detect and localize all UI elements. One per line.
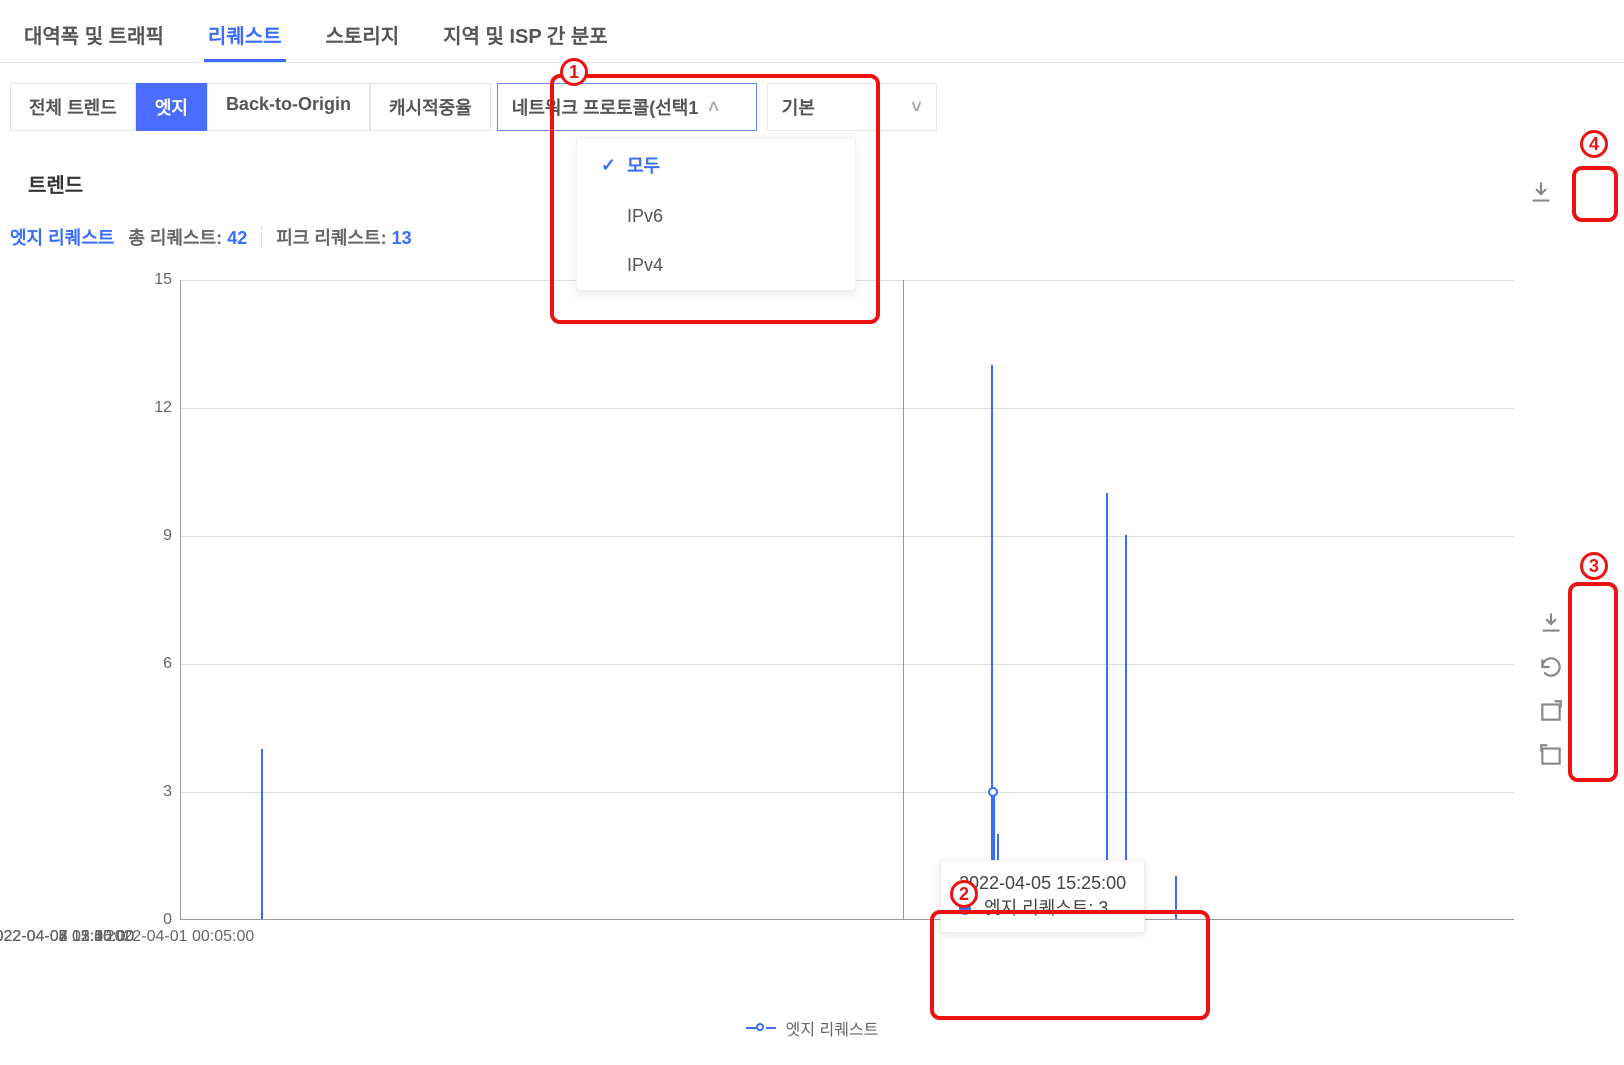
dropdown-item-ipv4[interactable]: IPv4 — [577, 241, 855, 290]
x-tick: 2022-04-08 15:00:00 — [0, 928, 134, 946]
tab-bandwidth[interactable]: 대역폭 및 트래픽 — [20, 10, 168, 62]
download-button[interactable] — [1528, 180, 1554, 206]
filter-back-to-origin[interactable]: Back-to-Origin — [207, 83, 370, 131]
stats-total-value: 42 — [227, 228, 247, 248]
dropdown-item-ipv6[interactable]: IPv6 — [577, 192, 855, 241]
annotation-number-3: 3 — [1580, 552, 1608, 580]
y-tick: 6 — [140, 655, 172, 673]
download-chart-icon[interactable] — [1538, 610, 1564, 636]
stats-peak-label: 피크 리퀘스트: — [276, 228, 386, 248]
filter-cache-hit[interactable]: 캐시적중율 — [370, 83, 491, 131]
data-spike — [1175, 876, 1177, 919]
hover-guideline — [903, 280, 904, 919]
zoom-in-icon[interactable] — [1538, 698, 1564, 724]
tab-request[interactable]: 리퀘스트 — [204, 10, 286, 62]
y-tick: 9 — [140, 527, 172, 545]
stats-total: 총 리퀘스트: 42 — [128, 224, 247, 250]
select-network-protocol-label: 네트워크 프로토콜(선택1 — [512, 94, 699, 120]
chart-area: 0 3 6 9 12 15 2022-04-01 00:05:00 2022-0… — [60, 280, 1564, 1000]
chart-tooltip: 2022-04-05 15:25:00 엣지 리퀘스트: 3 — [940, 860, 1145, 933]
chart-toolbar — [1538, 610, 1564, 768]
filter-edge[interactable]: 엣지 — [136, 83, 207, 131]
check-icon: ✓ — [601, 155, 617, 176]
data-spike — [1106, 493, 1108, 919]
chevron-up-icon: ˄ — [708, 97, 719, 118]
dropdown-item-label: IPv6 — [627, 206, 663, 227]
chevron-down-icon: ˅ — [911, 97, 922, 118]
stats-peak: 피크 리퀘스트: 13 — [276, 224, 411, 250]
stats-series-name: 엣지 리퀘스트 — [10, 224, 114, 250]
dropdown-item-all[interactable]: ✓ 모두 — [577, 138, 855, 192]
y-tick: 12 — [140, 399, 172, 417]
zoom-reset-icon[interactable] — [1538, 742, 1564, 768]
tooltip-value: 3 — [1098, 898, 1108, 918]
hover-marker — [988, 787, 998, 797]
series-color-dot — [959, 903, 971, 915]
tooltip-series: 엣지 리퀘스트: — [984, 898, 1093, 918]
plot[interactable] — [180, 280, 1514, 920]
divider — [261, 227, 262, 247]
select-base[interactable]: 기본 ˅ — [767, 83, 937, 131]
tab-region-isp[interactable]: 지역 및 ISP 간 분포 — [439, 10, 612, 62]
y-tick: 0 — [140, 911, 172, 929]
stats-total-label: 총 리퀘스트: — [128, 228, 222, 248]
chart-legend: 엣지 리퀘스트 — [0, 1000, 1624, 1040]
select-base-label: 기본 — [782, 94, 815, 120]
select-network-protocol[interactable]: 네트워크 프로토콜(선택1 ˄ — [497, 83, 757, 131]
y-tick: 3 — [140, 783, 172, 801]
top-nav-tabs: 대역폭 및 트래픽 리퀘스트 스토리지 지역 및 ISP 간 분포 — [0, 0, 1624, 63]
annotation-box-3 — [1568, 582, 1618, 782]
y-tick: 15 — [140, 271, 172, 289]
tooltip-timestamp: 2022-04-05 15:25:00 — [959, 873, 1126, 894]
data-spike — [261, 749, 263, 919]
tab-storage[interactable]: 스토리지 — [322, 10, 404, 62]
filter-all-trend[interactable]: 전체 트렌드 — [10, 83, 136, 131]
stats-peak-value: 13 — [392, 228, 412, 248]
download-icon — [1528, 180, 1554, 206]
legend-swatch — [746, 1022, 776, 1034]
dropdown-item-label: 모두 — [627, 152, 660, 178]
protocol-dropdown: ✓ 모두 IPv6 IPv4 — [576, 137, 856, 291]
filter-row: 전체 트렌드 엣지 Back-to-Origin 캐시적중율 네트워크 프로토콜… — [0, 63, 1624, 139]
legend-label: 엣지 리퀘스트 — [786, 1016, 879, 1040]
dropdown-item-label: IPv4 — [627, 255, 663, 276]
refresh-icon[interactable] — [1538, 654, 1564, 680]
